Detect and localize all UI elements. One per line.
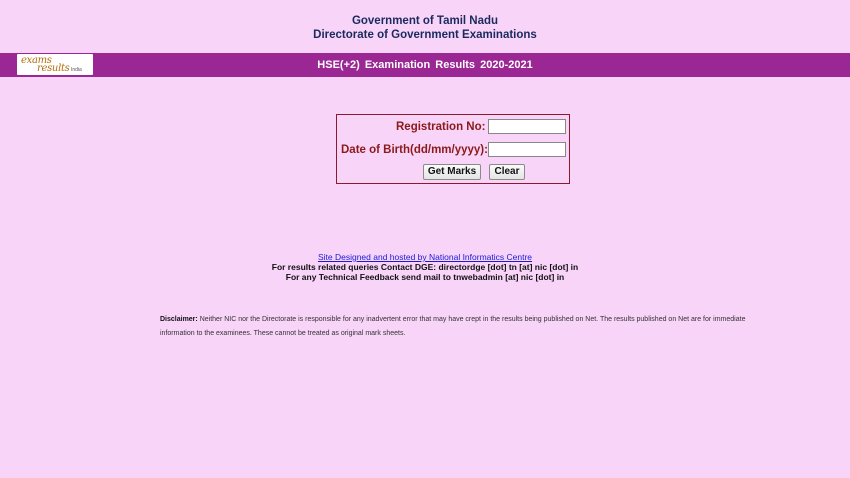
page-header: Government of Tamil Nadu Directorate of … xyxy=(0,14,850,42)
registration-input[interactable] xyxy=(488,119,566,134)
disclaimer: Disclaimer: Neither NIC nor the Director… xyxy=(160,313,760,341)
dob-label: Date of Birth(dd/mm/yyyy): xyxy=(341,144,488,156)
contact-line: For results related queries Contact DGE:… xyxy=(271,262,579,272)
logo-text-results: results xyxy=(37,63,70,74)
feedback-line: For any Technical Feedback send mail to … xyxy=(285,272,565,282)
get-marks-button[interactable]: Get Marks xyxy=(423,164,481,180)
exams-results-logo[interactable]: exams results India xyxy=(17,54,93,75)
site-footer: Site Designed and hosted by National Inf… xyxy=(0,252,850,282)
banner-title: HSE(+2) Examination Results 2020-2021 xyxy=(317,59,533,71)
nic-link[interactable]: Site Designed and hosted by National Inf… xyxy=(318,252,532,262)
result-login-form: Registration No: Date of Birth(dd/mm/yyy… xyxy=(336,114,570,184)
clear-button[interactable]: Clear xyxy=(489,164,525,180)
title-banner: HSE(+2) Examination Results 2020-2021 ex… xyxy=(0,53,850,77)
disclaimer-text: Neither NIC nor the Directorate is respo… xyxy=(160,316,746,337)
logo-text-india: India xyxy=(71,67,82,73)
registration-label: Registration No: xyxy=(396,121,486,133)
dob-input[interactable] xyxy=(488,142,566,157)
disclaimer-label: Disclaimer: xyxy=(160,316,198,323)
header-line-govt: Government of Tamil Nadu xyxy=(351,15,499,27)
header-line-directorate: Directorate of Government Examinations xyxy=(313,29,537,41)
